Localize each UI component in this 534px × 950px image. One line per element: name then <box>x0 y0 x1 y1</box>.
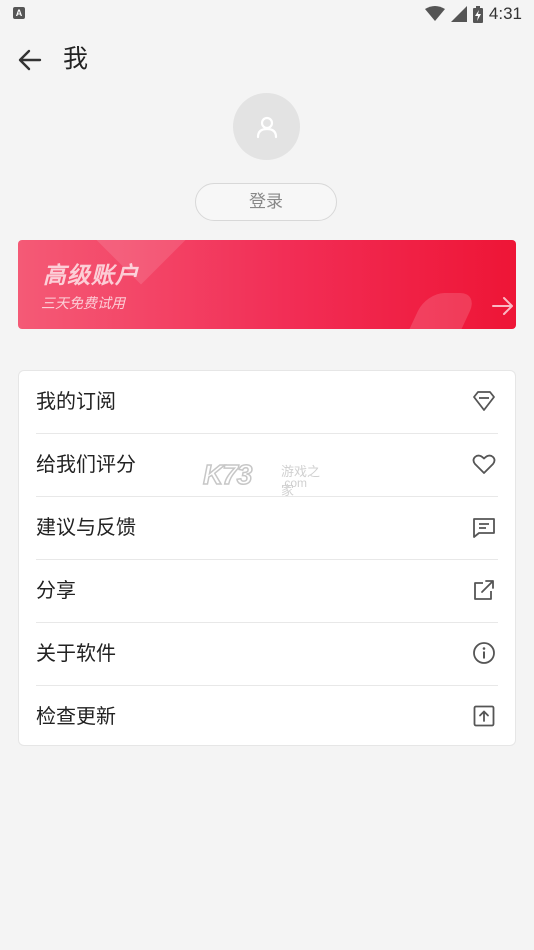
info-icon <box>473 642 495 664</box>
upload-icon <box>473 705 495 727</box>
premium-account-banner[interactable]: 高级账户 三天免费试用 <box>18 240 516 329</box>
notification-icon: A <box>13 7 25 19</box>
watermark-domain: .com <box>281 476 308 490</box>
avatar[interactable] <box>233 93 300 160</box>
menu-item-label: 我的订阅 <box>36 389 116 413</box>
menu-item-label: 分享 <box>36 578 76 602</box>
premium-subtitle: 三天免费试用 <box>41 296 125 312</box>
feedback-icon <box>473 518 495 538</box>
page-title: 我 <box>63 44 89 73</box>
menu-item-label: 建议与反馈 <box>36 515 136 539</box>
banner-decoration <box>393 293 479 329</box>
menu-item-feedback[interactable]: 建议与反馈 <box>19 497 515 559</box>
watermark-brand: K73 <box>202 458 253 491</box>
wifi-icon <box>424 6 445 21</box>
menu-item-subscription[interactable]: 我的订阅 <box>19 371 515 433</box>
menu-item-label: 关于软件 <box>36 641 116 665</box>
signal-icon <box>450 6 467 22</box>
menu-item-share[interactable]: 分享 <box>19 560 515 622</box>
back-button[interactable] <box>16 46 44 74</box>
diamond-icon <box>473 391 495 411</box>
menu-item-check-update[interactable]: 检查更新 <box>19 686 515 748</box>
menu-item-label: 检查更新 <box>36 704 116 728</box>
share-icon <box>474 580 494 600</box>
user-icon <box>256 116 277 138</box>
battery-icon <box>472 5 483 23</box>
arrow-right-icon <box>492 297 513 315</box>
login-button[interactable]: 登录 <box>195 183 337 221</box>
premium-title: 高级账户 <box>43 263 139 289</box>
status-icons: 4:31 <box>424 4 522 24</box>
heart-icon <box>472 454 496 474</box>
status-bar: A 4:31 <box>0 0 534 28</box>
arrow-left-icon <box>18 49 42 71</box>
menu-item-about[interactable]: 关于软件 <box>19 623 515 685</box>
watermark-logo: K73 游戏之家 .com <box>202 458 331 499</box>
app-bar: 我 <box>0 38 534 80</box>
status-time: 4:31 <box>488 4 522 23</box>
settings-menu: 我的订阅 给我们评分 建议与反馈 分享 关于软件 检查更新 <box>18 370 516 746</box>
menu-item-label: 给我们评分 <box>36 452 136 476</box>
